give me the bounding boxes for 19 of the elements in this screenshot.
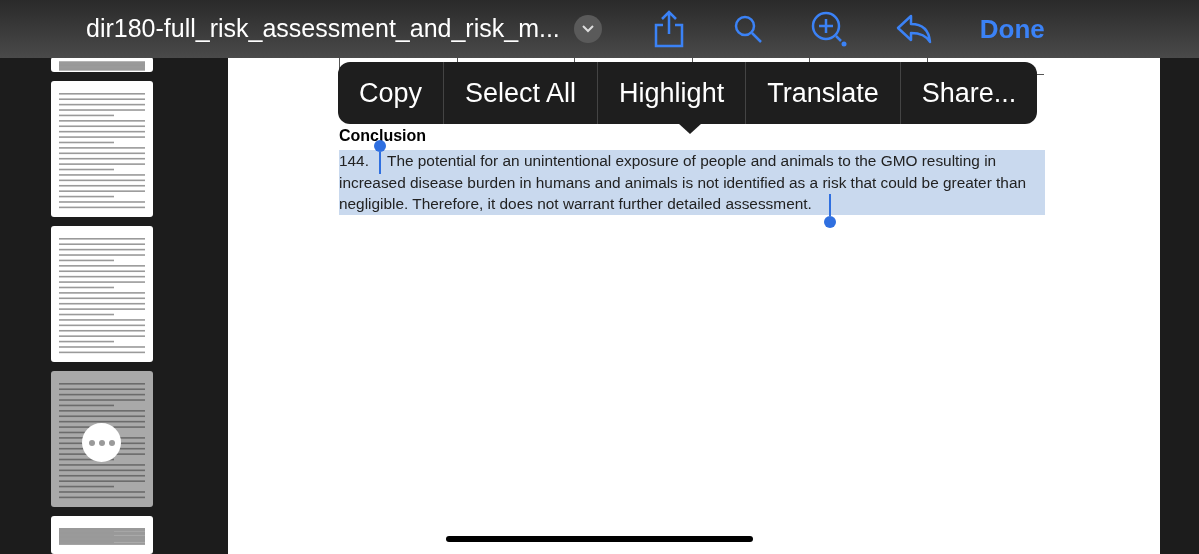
- reply-arrow-icon[interactable]: [894, 13, 933, 45]
- paragraph-number: 144.: [339, 151, 369, 171]
- search-icon[interactable]: [732, 14, 763, 44]
- menu-item[interactable]: Translate: [745, 62, 900, 124]
- document-title: dir180-full_risk_assessment_and_risk_m...: [86, 13, 560, 45]
- page-thumbnail[interactable]: [51, 226, 153, 363]
- section-heading: Conclusion: [339, 126, 427, 146]
- more-button[interactable]: [82, 423, 121, 463]
- selection-start-handle[interactable]: [374, 140, 386, 174]
- page-thumbnail[interactable]: [51, 371, 153, 507]
- menu-item[interactable]: Copy: [338, 62, 444, 124]
- chevron-button[interactable]: [573, 15, 602, 43]
- selection-end-handle[interactable]: [823, 194, 836, 228]
- page-thumbnail[interactable]: [51, 81, 153, 218]
- page-thumbnail[interactable]: [51, 515, 153, 554]
- menu-item[interactable]: Select All: [443, 62, 598, 124]
- chevron-down-icon: [581, 25, 594, 33]
- menu-item[interactable]: Share...: [899, 62, 1038, 124]
- zoom-in-icon[interactable]: [809, 10, 848, 48]
